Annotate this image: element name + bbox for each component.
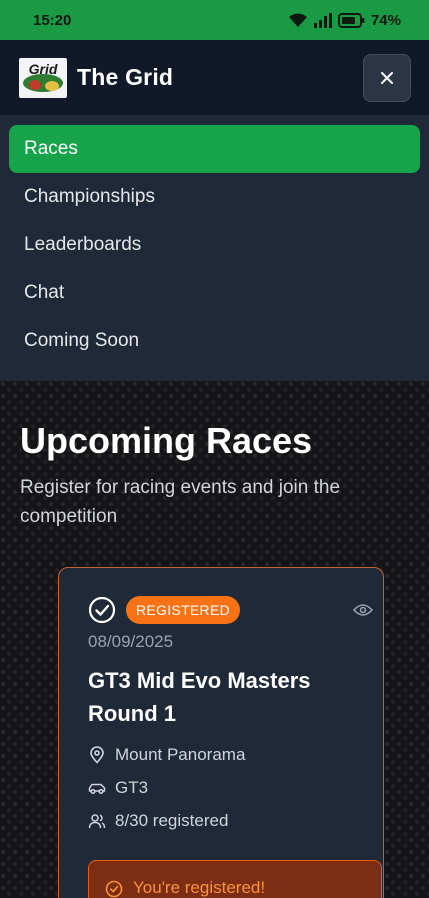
users-icon [88,813,106,828]
race-class: GT3 [115,777,149,797]
app-title: The Grid [77,64,174,90]
menu-item-leaderboards[interactable]: Leaderboards [9,221,420,269]
app-logo: Grid [19,57,67,98]
menu-item-label: Races [24,138,78,159]
brand[interactable]: Grid The Grid [19,57,174,98]
race-registrations-row: 8/30 registered [88,804,383,837]
check-circle-icon [88,596,116,624]
race-class-row: GT3 [88,771,383,804]
menu-item-label: Championships [24,186,155,207]
registered-notice-text: You're registered! [133,878,266,897]
app-header: Grid The Grid [0,40,429,116]
race-meta: Mount Panorama GT3 8/30 registered [88,738,383,837]
menu-item-chat[interactable]: Chat [9,269,420,317]
race-card-header: REGISTERED [88,596,383,624]
wifi-icon [288,13,307,27]
race-card[interactable]: REGISTERED 08/09/2025 GT3 Mid Evo Master… [58,567,384,898]
menu-item-coming-soon[interactable]: Coming Soon [9,317,420,365]
race-registrations: 8/30 registered [115,810,229,830]
close-menu-button[interactable] [363,53,411,102]
menu-item-races[interactable]: Races [9,125,420,173]
race-track: Mount Panorama [115,744,246,764]
nav-menu: Races Championships Leaderboards Chat Co… [0,116,429,386]
status-icons: 74% [288,12,401,29]
menu-item-label: Chat [24,282,65,303]
race-date: 08/09/2025 [88,632,174,651]
close-icon [381,71,393,84]
logo-text: Grid [29,61,58,77]
main-content: Upcoming Races Register for racing event… [0,381,429,898]
signal-icon [313,12,332,28]
page-subtitle: Register for racing events and join the … [20,477,341,527]
status-bar: 15:20 74% [0,0,429,40]
status-time: 15:20 [33,11,72,29]
page-title: Upcoming Races [20,420,313,461]
car-icon [88,783,106,794]
battery-percent: 74% [370,11,401,29]
map-pin-icon [90,745,104,764]
race-track-row: Mount Panorama [88,738,383,771]
menu-item-championships[interactable]: Championships [9,173,420,221]
menu-item-label: Leaderboards [24,234,142,255]
race-title: GT3 Mid Evo Masters Round 1 [88,668,311,726]
registered-notice: You're registered! [88,860,382,898]
eye-icon[interactable] [353,603,373,617]
status-badge: REGISTERED [126,596,241,624]
check-circle-icon [105,880,123,898]
menu-item-label: Coming Soon [24,330,140,351]
battery-icon [337,12,365,28]
